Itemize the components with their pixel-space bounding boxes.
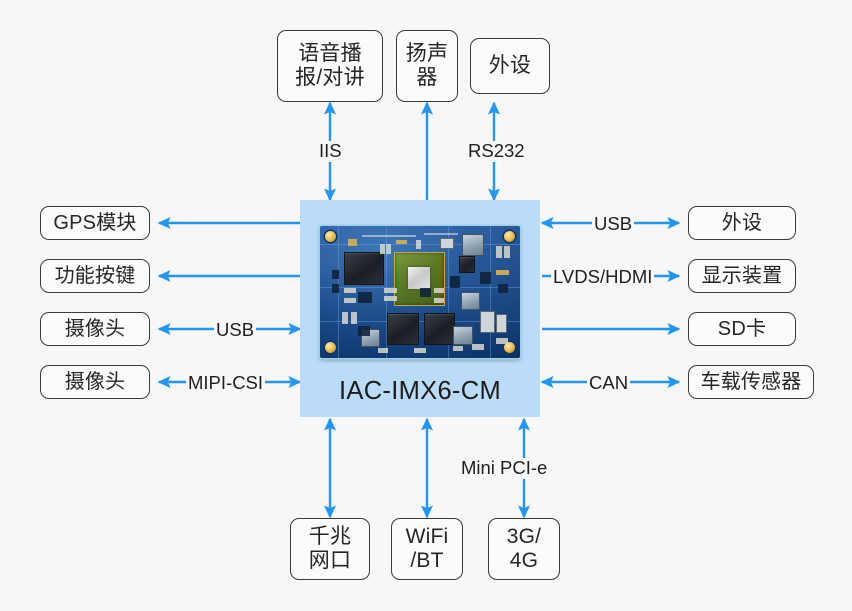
node-3g-4g[interactable]: 3G/ 4G xyxy=(488,518,560,580)
node-speaker[interactable]: 扬声 器 xyxy=(396,30,458,102)
node-vehicle-sensor[interactable]: 车载传感器 xyxy=(688,365,814,399)
node-gps-module[interactable]: GPS模块 xyxy=(40,206,150,240)
edge-label-usb-right: USB xyxy=(592,213,635,235)
edge-label-mini-pcie: Mini PCI-e xyxy=(459,457,550,479)
edge-label-lvds-hdmi: LVDS/HDMI xyxy=(551,266,655,288)
node-display-device[interactable]: 显示装置 xyxy=(688,259,796,293)
block-diagram: IAC-IMX6-CM 语音播 报/对讲 扬声 器 外设 GPS模块 功能按键 … xyxy=(0,0,852,611)
node-camera-usb[interactable]: 摄像头 xyxy=(40,312,150,346)
edge-label-mipi-csi: MIPI-CSI xyxy=(186,372,266,394)
pcb-photo xyxy=(320,226,520,358)
node-camera-mipi-csi[interactable]: 摄像头 xyxy=(40,365,150,399)
node-wifi-bt[interactable]: WiFi /BT xyxy=(391,518,463,580)
node-sd-card[interactable]: SD卡 xyxy=(688,312,796,346)
node-function-keys[interactable]: 功能按键 xyxy=(40,259,150,293)
node-peripheral-right[interactable]: 外设 xyxy=(688,206,796,240)
module-label: IAC-IMX6-CM xyxy=(339,377,501,405)
edge-label-usb-left: USB xyxy=(214,319,257,341)
node-peripheral-top[interactable]: 外设 xyxy=(470,38,550,94)
module-imx6-cm[interactable]: IAC-IMX6-CM xyxy=(300,200,540,417)
edge-label-iis: IIS xyxy=(317,140,344,162)
node-voice-broadcast[interactable]: 语音播 报/对讲 xyxy=(277,30,383,102)
node-gigabit-ethernet[interactable]: 千兆 网口 xyxy=(290,518,370,580)
edge-label-rs232: RS232 xyxy=(466,140,527,162)
edge-label-can: CAN xyxy=(587,372,631,394)
